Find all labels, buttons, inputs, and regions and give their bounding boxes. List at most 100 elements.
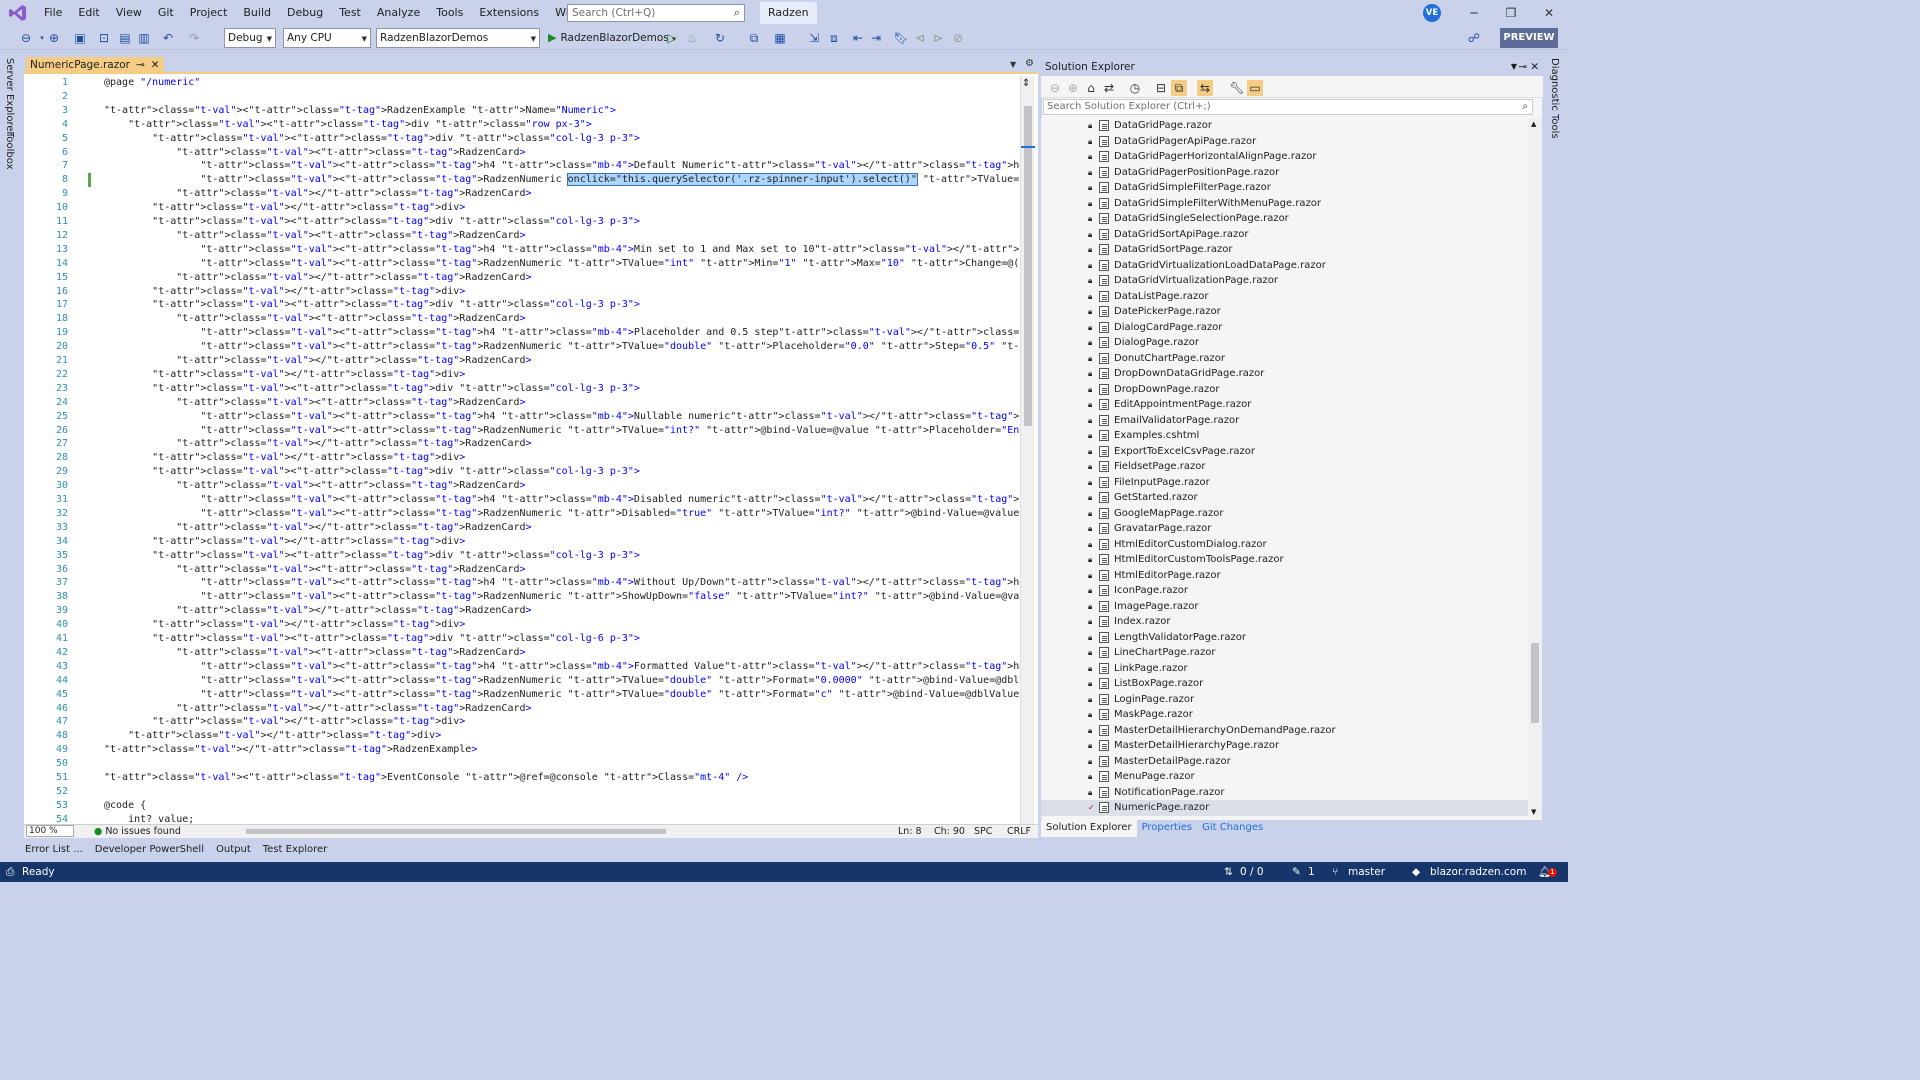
solution-file-item[interactable]: 🔒︎ Examples.cshtml [1041,428,1528,444]
code-line[interactable]: "t-attr">class="t-val"></"t-attr">class=… [104,201,465,215]
code-line[interactable]: "t-attr">class="t-val"></"t-attr">class=… [104,729,441,743]
indent-icon[interactable]: ⇥ [868,30,884,46]
solution-file-item[interactable]: ✓ NumericPage.razor [1041,800,1528,816]
code-line[interactable]: "t-attr">class="t-val"><"t-attr">class="… [104,674,1020,688]
solution-file-item[interactable]: 🔒︎ DataListPage.razor [1041,289,1528,305]
solution-file-item[interactable]: 🔒︎ ImagePage.razor [1041,599,1528,615]
solution-file-item[interactable]: 🔒︎ GetStarted.razor [1041,490,1528,506]
solution-file-item[interactable]: 🔒︎ HtmlEditorCustomToolsPage.razor [1041,552,1528,568]
code-line[interactable]: "t-attr">class="t-val"><"t-attr">class="… [104,229,525,243]
code-line[interactable]: "t-attr">class="t-val"><"t-attr">class="… [104,410,1020,424]
code-line[interactable]: "t-attr">class="t-val"><"t-attr">class="… [104,340,1020,354]
solution-file-item[interactable]: 🔒︎ HtmlEditorPage.razor [1041,568,1528,584]
tab-numericpage[interactable]: NumericPage.razor ⊸ ✕ [26,57,164,74]
hot-reload-icon[interactable]: ♨ [684,30,700,46]
menu-item-extensions[interactable]: Extensions [471,0,547,26]
push-pull-count[interactable]: 0 / 0 [1240,862,1264,882]
line-indicator[interactable]: Ln: 8 [898,825,922,838]
next-bookmark-icon[interactable]: ⊳ [930,30,946,46]
solution-file-item[interactable]: 🔒︎ DonutChartPage.razor [1041,351,1528,367]
code-line[interactable]: "t-attr">class="t-val"></"t-attr">class=… [104,354,531,368]
step-into-icon[interactable]: ⇲ [806,30,822,46]
code-editor[interactable]: @page "/numeric" "t-attr">class="t-val"><… [94,76,1020,824]
home-icon[interactable]: ⌂ [1083,80,1099,96]
code-line[interactable]: @page "/numeric" [104,76,200,90]
code-line[interactable]: "t-attr">class="t-val"><"t-attr">class="… [104,173,1020,187]
code-line[interactable]: "t-attr">class="t-val"></"t-attr">class=… [104,285,465,299]
menu-item-file[interactable]: File [36,0,70,26]
solution-file-item[interactable]: 🔒︎ ListBoxPage.razor [1041,676,1528,692]
code-line[interactable]: "t-attr">class="t-val"></"t-attr">class=… [104,271,531,285]
new-project-icon[interactable]: ▣ [72,30,88,46]
solution-file-item[interactable]: 🔒︎ GoogleMapPage.razor [1041,506,1528,522]
code-line[interactable]: "t-attr">class="t-val"><"t-attr">class="… [104,243,1020,257]
file-compare-icon[interactable]: ⧈ [826,30,842,46]
server-explorer-tab[interactable]: Server Explorer [4,58,15,136]
code-line[interactable]: "t-attr">class="t-val"><"t-attr">class="… [104,590,1020,604]
code-line[interactable]: "t-attr">class="t-val"><"t-attr">class="… [104,507,1020,521]
undo-icon[interactable]: ↶ [160,30,176,46]
solution-file-item[interactable]: 🔒︎ DataGridVirtualizationLoadDataPage.raz… [1041,258,1528,274]
code-line[interactable]: "t-attr">class="t-val"></"t-attr">class=… [104,702,531,716]
solution-file-item[interactable]: 🔒︎ DataGridSingleSelectionPage.razor [1041,211,1528,227]
solution-file-item[interactable]: 🔒︎ MasterDetailPage.razor [1041,754,1528,770]
solution-search-input[interactable]: Search Solution Explorer (Ctrl+;) ⌕ [1043,99,1533,115]
zoom-select[interactable]: 100 % [26,825,74,837]
solution-file-item[interactable]: 🔒︎ IconPage.razor [1041,583,1528,599]
solution-file-item[interactable]: 🔒︎ Index.razor [1041,614,1528,630]
code-line[interactable]: "t-attr">class="t-val"></"t-attr">class=… [104,715,465,729]
open-file-icon[interactable]: ⊡ [96,30,112,46]
scroll-up-icon[interactable]: ▲ [1531,120,1536,128]
code-line[interactable]: "t-attr">class="t-val"><"t-attr">class="… [104,549,640,563]
split-icon[interactable]: ⇕ [1022,78,1030,89]
scroll-thumb[interactable] [1024,106,1032,426]
code-line[interactable]: "t-attr">class="t-val"></"t-attr">class=… [104,368,465,382]
solution-file-item[interactable]: 🔒︎ DataGridSimpleFilterPage.razor [1041,180,1528,196]
line-ending-indicator[interactable]: CRLF [1007,825,1031,838]
code-line[interactable]: "t-attr">class="t-val"></"t-attr">class=… [104,451,465,465]
scroll-down-icon[interactable]: ▼ [1531,808,1536,816]
menu-item-debug[interactable]: Debug [279,0,331,26]
code-line[interactable]: "t-attr">class="t-val"></"t-attr">class=… [104,187,531,201]
horizontal-scroll-thumb[interactable] [246,829,666,834]
solution-vertical-scrollbar[interactable]: ▲ ▼ [1528,118,1542,818]
prev-bookmark-icon[interactable]: ⊲ [912,30,928,46]
solution-file-item[interactable]: 🔒︎ EmailValidatorPage.razor [1041,413,1528,429]
bookmark-icon[interactable]: 🔖︎ [893,30,909,46]
switch-views-icon[interactable]: ⇄ [1101,80,1117,96]
solution-file-item[interactable]: 🔒︎ FieldsetPage.razor [1041,459,1528,475]
tool-tab-developer-powershell[interactable]: Developer PowerShell [90,842,209,860]
whitespace-indicator[interactable]: SPC [974,825,992,838]
code-line[interactable]: "t-attr">class="t-val"><"t-attr">class="… [104,257,1020,271]
code-line[interactable]: "t-attr">class="t-val"><"t-attr">class="… [104,479,525,493]
code-line[interactable]: "t-attr">class="t-val"><"t-attr">class="… [104,424,1020,438]
menu-item-tools[interactable]: Tools [428,0,471,26]
menu-item-project[interactable]: Project [182,0,236,26]
refresh-icon[interactable]: ↻ [712,30,728,46]
branch-name[interactable]: master [1348,862,1385,882]
gear-icon[interactable]: ⚙ [1025,58,1034,69]
back-icon[interactable]: ⊖ [1047,80,1063,96]
layout-icon[interactable]: ▦ [772,30,788,46]
start-without-debugging-icon[interactable]: ▷ [664,30,680,46]
solution-file-item[interactable]: 🔒︎ FileInputPage.razor [1041,475,1528,491]
code-line[interactable]: "t-attr">class="t-val"><"t-attr">class="… [104,159,1020,173]
tool-tab-test-explorer[interactable]: Test Explorer [258,842,333,860]
code-line[interactable]: @code { [104,799,146,813]
code-line[interactable]: "t-attr">class="t-val"><"t-attr">class="… [104,298,640,312]
code-line[interactable]: "t-attr">class="t-val"><"t-attr">class="… [104,396,525,410]
solution-file-item[interactable]: 🔒︎ DataGridPagerApiPage.razor [1041,134,1528,150]
preview-button[interactable]: PREVIEW [1500,28,1558,48]
show-all-files-icon[interactable]: ⧉ [1171,80,1187,96]
menu-item-test[interactable]: Test [331,0,369,26]
feedback-icon[interactable]: ☍ [1466,30,1482,46]
save-icon[interactable]: ▤ [117,30,133,46]
properties-wrench-icon[interactable]: 🔧︎ [1229,80,1245,96]
code-line[interactable]: "t-attr">class="t-val"><"t-attr">class="… [104,563,525,577]
solution-file-item[interactable]: 🔒︎ DataGridSortApiPage.razor [1041,227,1528,243]
platform-select[interactable]: Any CPU ▼ [283,28,371,48]
solution-file-item[interactable]: 🔒︎ MasterDetailHierarchyPage.razor [1041,738,1528,754]
forward-icon[interactable]: ⊕ [1065,80,1081,96]
tab-solution-explorer[interactable]: Solution Explorer [1041,820,1137,837]
repository-name[interactable]: blazor.radzen.com [1430,862,1526,882]
